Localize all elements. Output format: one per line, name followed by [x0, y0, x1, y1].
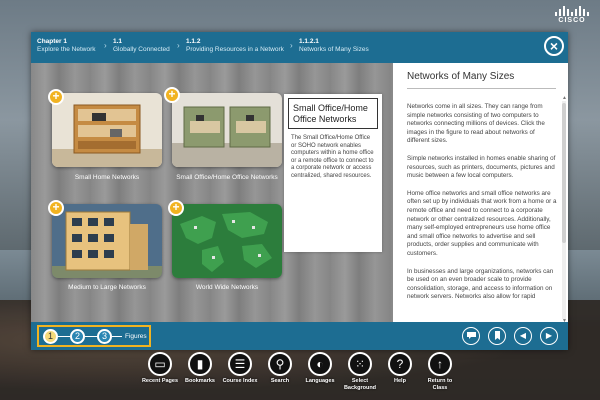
select-background-icon: ⁙ — [348, 352, 372, 376]
bookmark-icon — [494, 331, 500, 340]
expand-plus-icon[interactable]: + — [168, 200, 184, 216]
figure-description-popup: Small Office/Home Office Networks The Sm… — [284, 94, 382, 252]
step-1-button[interactable]: 1 — [43, 329, 58, 344]
office-building-image — [52, 204, 162, 278]
search-icon: ⚲ — [268, 352, 292, 376]
breadcrumb-item-page[interactable]: › 1.1.2.1 Networks of Many Sizes — [290, 38, 369, 54]
cisco-logo: CISCO — [554, 6, 590, 24]
select-background-button[interactable]: ⁙ Select Background — [340, 352, 380, 391]
popup-body: The Small Office/Home Office or SOHO net… — [291, 135, 374, 179]
breadcrumb-item-chapter[interactable]: Chapter 1 Explore the Network — [37, 38, 96, 54]
main-toolbar: ▭ Recent Pages ▮ Bookmarks ☰ Course Inde… — [140, 352, 460, 400]
expand-plus-icon[interactable]: + — [164, 87, 180, 103]
breadcrumb: Chapter 1 Explore the Network › 1.1 Glob… — [31, 32, 568, 63]
figure-caption: World Wide Networks — [195, 284, 259, 291]
help-button[interactable]: ? Help — [380, 352, 420, 385]
expand-plus-icon[interactable]: + — [48, 200, 64, 216]
expand-plus-icon[interactable]: + — [48, 89, 64, 105]
chevron-right-icon: › — [177, 41, 180, 50]
small-home-image — [52, 93, 162, 167]
step-3-button[interactable]: 3 — [97, 329, 112, 344]
cisco-logo-text: CISCO — [558, 17, 586, 24]
scrollbar[interactable] — [562, 101, 566, 319]
return-to-class-button[interactable]: ↑ Return to Class — [420, 352, 460, 391]
figure-caption: Small Office/Home Office Networks — [176, 174, 278, 181]
toolbar-label: Help — [394, 378, 406, 384]
popup-title: Small Office/Home Office Networks — [288, 98, 378, 129]
figure-caption: Small Home Networks — [74, 174, 140, 181]
bookmarks-button[interactable]: ▮ Bookmarks — [180, 352, 220, 385]
breadcrumb-title: Globally Connected — [113, 46, 170, 53]
figure-medium-large[interactable] — [52, 204, 162, 278]
toolbar-label: Bookmarks — [185, 378, 215, 384]
chevron-right-icon: › — [104, 41, 107, 50]
breadcrumb-num: Chapter 1 — [37, 38, 67, 45]
figure-caption: Medium to Large Networks — [68, 284, 146, 291]
step-2-button[interactable]: 2 — [70, 329, 85, 344]
step-connector — [58, 336, 70, 337]
scrollbar-thumb[interactable] — [562, 103, 566, 243]
chevron-right-icon: › — [290, 41, 293, 50]
toolbar-label: Search — [270, 378, 290, 384]
previous-page-button[interactable]: ◀ — [514, 327, 532, 345]
breadcrumb-num: 1.1 — [113, 38, 123, 45]
course-index-button[interactable]: ☰ Course Index — [220, 352, 260, 385]
content-paragraph: Home office networks and small office ne… — [407, 189, 557, 257]
languages-icon: ◐ — [308, 352, 332, 376]
cisco-logo-bars — [554, 6, 590, 16]
bookmark-button[interactable] — [488, 327, 506, 345]
toolbar-label: Course Index — [222, 378, 258, 384]
arrow-left-icon: ◀ — [519, 331, 527, 340]
content-panel: Networks of Many Sizes Networks come in … — [395, 63, 568, 324]
breadcrumb-title: Providing Resources in a Network — [186, 46, 284, 53]
world-map-image — [172, 204, 282, 278]
breadcrumb-num: 1.1.2.1 — [299, 38, 319, 45]
close-button[interactable]: × — [544, 36, 564, 56]
help-icon: ? — [388, 352, 412, 376]
figure-soho[interactable] — [172, 93, 282, 167]
languages-button[interactable]: ◐ Languages — [300, 352, 340, 385]
bookmarks-icon: ▮ — [188, 352, 212, 376]
recent-pages-button[interactable]: ▭ Recent Pages — [140, 352, 180, 385]
content-paragraph: Simple networks installed in homes enabl… — [407, 154, 556, 180]
comment-icon — [466, 332, 476, 339]
step-connector — [85, 336, 97, 337]
search-button[interactable]: ⚲ Search — [260, 352, 300, 385]
figure-steps: 1 2 3 Figures — [37, 325, 151, 347]
breadcrumb-item-topic[interactable]: › 1.1.2 Providing Resources in a Network — [177, 38, 284, 54]
course-window: Chapter 1 Explore the Network › 1.1 Glob… — [31, 32, 568, 350]
breadcrumb-num: 1.1.2 — [186, 38, 201, 45]
toolbar-label: Languages — [305, 378, 335, 384]
recent-pages-icon: ▭ — [148, 352, 172, 376]
page-title: Networks of Many Sizes — [407, 71, 556, 89]
breadcrumb-title: Explore the Network — [37, 46, 96, 53]
next-page-button[interactable]: ▶ — [540, 327, 558, 345]
toolbar-label: Select Background — [343, 378, 377, 391]
course-index-icon: ☰ — [228, 352, 252, 376]
content-paragraph: Networks come in all sizes. They can ran… — [407, 103, 545, 145]
figures-label: Figures — [125, 333, 147, 340]
return-arrow-icon: ↑ — [428, 352, 452, 376]
comment-button[interactable] — [462, 327, 480, 345]
figure-world-wide[interactable] — [172, 204, 282, 278]
breadcrumb-title: Networks of Many Sizes — [299, 46, 369, 53]
breadcrumb-item-section[interactable]: › 1.1 Globally Connected — [104, 38, 170, 54]
content-body: Networks come in all sizes. They can ran… — [407, 103, 557, 320]
toolbar-label: Return to Class — [427, 378, 453, 391]
step-connector — [112, 336, 122, 337]
arrow-right-icon: ▶ — [545, 331, 553, 340]
soho-office-image — [172, 93, 282, 167]
content-paragraph: In businesses and large organizations, n… — [407, 267, 554, 301]
figure-small-home[interactable] — [52, 93, 162, 167]
bottom-navigation-bar: 1 2 3 Figures ◀ ▶ — [31, 322, 568, 350]
toolbar-label: Recent Pages — [141, 378, 179, 384]
